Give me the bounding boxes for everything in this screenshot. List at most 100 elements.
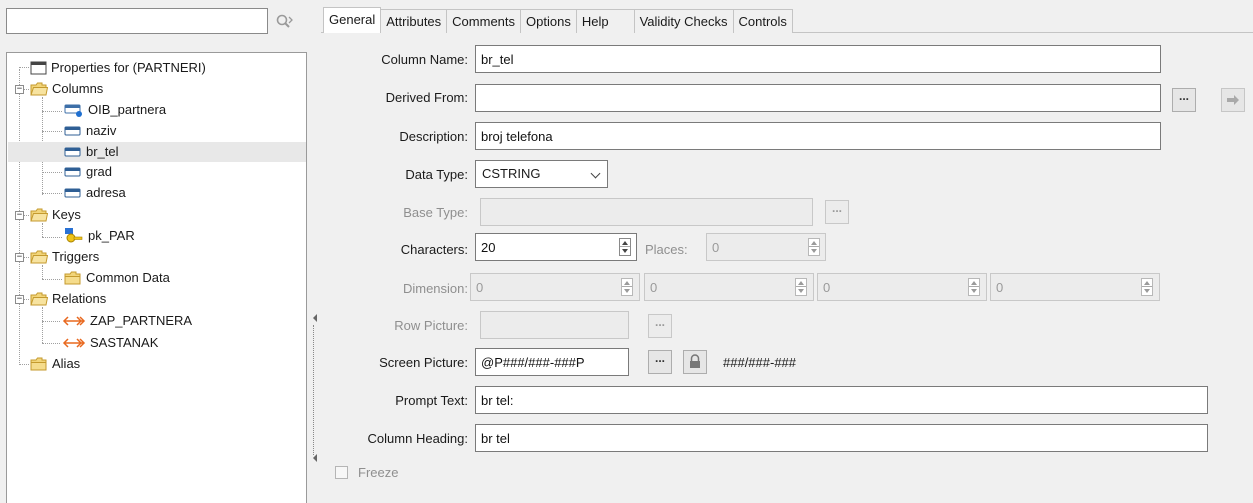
tree-item-triggers[interactable]: Triggers <box>30 247 99 267</box>
tree-item-column-naziv[interactable]: naziv <box>64 121 116 141</box>
description-label: Description: <box>399 129 468 144</box>
column-icon <box>64 188 81 198</box>
screen-picture-browse-button[interactable]: ... <box>648 350 672 374</box>
tab-options[interactable]: Options <box>521 9 577 33</box>
relation-arrow-icon <box>62 316 86 326</box>
tree-item-columns[interactable]: Columns <box>30 79 103 99</box>
search-input[interactable] <box>6 8 268 34</box>
folder-icon <box>30 292 48 306</box>
tree-item-label: Triggers <box>52 249 100 264</box>
derived-from-label: Derived From: <box>385 90 468 105</box>
tree-item-column-br-tel[interactable]: br_tel <box>64 142 119 162</box>
tree-item-alias[interactable]: Alias <box>30 354 80 374</box>
tree-item-column-grad[interactable]: grad <box>64 162 112 182</box>
column-name-label: Column Name: <box>381 52 468 67</box>
dimension-field-4 <box>990 273 1160 301</box>
tab-controls[interactable]: Controls <box>733 9 793 33</box>
tree-item-label: Alias <box>52 356 81 371</box>
tree-item-properties[interactable]: Properties for (PARTNERI) <box>30 58 206 78</box>
column-heading-label: Column Heading: <box>367 431 468 446</box>
table-icon <box>30 61 47 75</box>
tree-item-common-data[interactable]: Common Data <box>64 268 170 288</box>
prompt-text-label: Prompt Text: <box>395 393 468 408</box>
column-icon <box>64 167 81 177</box>
tree-item-column-adresa[interactable]: adresa <box>64 183 126 203</box>
selected-row-highlight <box>8 142 306 162</box>
search-icon <box>276 14 293 28</box>
folder-icon <box>30 82 48 96</box>
tree-item-relation-sastanak[interactable]: SASTANAK <box>62 333 158 353</box>
dimension-spinner-1 <box>621 278 633 296</box>
characters-spinner[interactable] <box>619 238 631 256</box>
tree-item-label: Relations <box>52 291 107 306</box>
column-name-field[interactable] <box>475 45 1161 73</box>
dimension-spinner-3 <box>968 278 980 296</box>
collapse-left-arrow-icon <box>313 454 317 462</box>
row-picture-label: Row Picture: <box>394 318 468 333</box>
dimension-spinner-2 <box>795 278 807 296</box>
base-type-browse-button: ... <box>825 200 849 224</box>
places-spinner <box>808 238 820 256</box>
dimension-spinner-4 <box>1141 278 1153 296</box>
lock-icon <box>690 354 700 368</box>
tab-general[interactable]: General <box>323 7 382 33</box>
screen-picture-label: Screen Picture: <box>379 355 468 370</box>
tree-item-label: Common Data <box>86 270 170 285</box>
tab-attributes[interactable]: Attributes <box>381 9 448 33</box>
column-icon <box>64 147 81 157</box>
places-label: Places: <box>645 242 688 257</box>
collapse-triggers-toggle[interactable]: − <box>15 253 24 262</box>
description-field[interactable] <box>475 122 1161 150</box>
base-type-field <box>480 198 813 226</box>
properties-tree[interactable]: − − − − Properties for (PARTNERI) Column… <box>6 52 307 503</box>
tab-help[interactable]: Help <box>576 9 635 33</box>
characters-label: Characters: <box>400 242 468 257</box>
prompt-text-field[interactable] <box>475 386 1208 414</box>
tree-item-relation-zap-partnera[interactable]: ZAP_PARTNERA <box>62 311 192 331</box>
screen-picture-field[interactable] <box>475 348 629 376</box>
column-icon <box>64 126 81 136</box>
collapse-relations-toggle[interactable]: − <box>15 295 24 304</box>
screen-picture-lock-button[interactable] <box>683 350 707 374</box>
row-picture-field <box>480 311 629 339</box>
derived-from-browse-button[interactable]: ... <box>1172 88 1196 112</box>
tree-item-label: br_tel <box>86 144 119 159</box>
tree-item-label: OIB_partnera <box>88 102 167 117</box>
tree-item-label: SASTANAK <box>90 335 159 350</box>
search-button[interactable] <box>274 13 294 31</box>
tab-comments[interactable]: Comments <box>447 9 522 33</box>
tree-item-label: Properties for (PARTNERI) <box>51 60 206 75</box>
folder-icon <box>30 208 48 222</box>
relation-arrow-icon <box>62 338 86 348</box>
tree-item-key-pk-par[interactable]: pk_PAR <box>64 226 135 246</box>
freeze-label: Freeze <box>358 465 399 480</box>
tree-item-keys[interactable]: Keys <box>30 205 81 225</box>
screen-picture-preview: ###/###-### <box>723 355 797 370</box>
right-arrow-icon[interactable] <box>1221 88 1245 112</box>
folder-icon <box>30 250 48 264</box>
row-picture-browse-button: ... <box>648 314 672 338</box>
dimension-field-3 <box>817 273 987 301</box>
data-type-select[interactable]: CSTRING <box>475 160 608 188</box>
collapse-left-arrow-icon <box>313 314 317 322</box>
collapse-keys-toggle[interactable]: − <box>15 211 24 220</box>
tab-validity-checks[interactable]: Validity Checks <box>634 9 734 33</box>
key-icon <box>65 228 83 243</box>
tree-item-label: Keys <box>52 207 81 222</box>
tree-item-label: ZAP_PARTNERA <box>90 313 193 328</box>
base-type-label: Base Type: <box>403 205 468 220</box>
tree-item-relations[interactable]: Relations <box>30 289 106 309</box>
tree-item-label: pk_PAR <box>88 228 135 243</box>
dimension-field-2 <box>644 273 814 301</box>
characters-field[interactable] <box>475 233 637 261</box>
data-type-label: Data Type: <box>405 167 468 182</box>
tab-bar: General Attributes Comments Options Help… <box>323 7 793 33</box>
panel-splitter[interactable] <box>307 0 321 503</box>
column-heading-field[interactable] <box>475 424 1208 452</box>
derived-from-field[interactable] <box>475 84 1161 112</box>
dimension-label: Dimension: <box>402 281 468 296</box>
collapse-columns-toggle[interactable]: − <box>15 85 24 94</box>
key-column-icon <box>64 104 82 117</box>
folder-icon <box>64 271 81 285</box>
tree-item-column-oib[interactable]: OIB_partnera <box>64 100 166 120</box>
